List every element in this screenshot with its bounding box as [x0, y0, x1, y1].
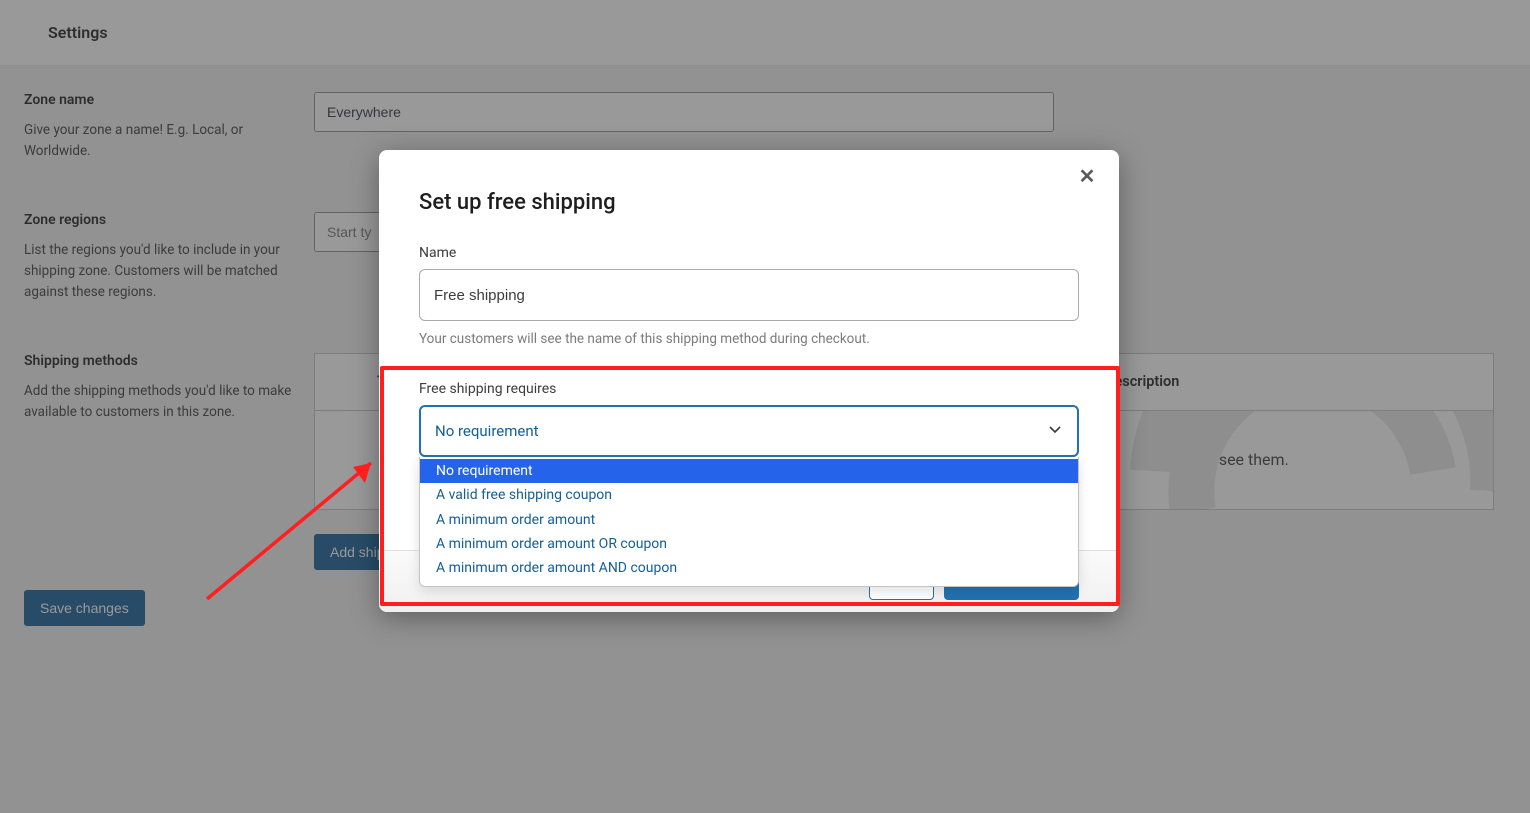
name-label: Name [419, 245, 1079, 261]
chevron-down-icon [1047, 421, 1063, 441]
requires-label: Free shipping requires [419, 381, 1079, 397]
option-no-requirement[interactable]: No requirement [420, 459, 1078, 483]
close-icon[interactable]: ✕ [1075, 164, 1099, 188]
option-valid-coupon[interactable]: A valid free shipping coupon [420, 483, 1078, 507]
shipping-name-input[interactable] [419, 269, 1079, 321]
select-value: No requirement [435, 422, 539, 440]
option-min-and-coupon[interactable]: A minimum order amount AND coupon [420, 556, 1078, 580]
requires-select[interactable]: No requirement [419, 405, 1079, 457]
free-shipping-modal: ✕ Set up free shipping Name Your custome… [379, 150, 1119, 612]
option-min-amount[interactable]: A minimum order amount [420, 508, 1078, 532]
option-min-or-coupon[interactable]: A minimum order amount OR coupon [420, 532, 1078, 556]
name-help: Your customers will see the name of this… [419, 331, 1079, 347]
requires-dropdown: No requirement A valid free shipping cou… [419, 457, 1079, 587]
modal-title: Set up free shipping [419, 190, 1079, 215]
